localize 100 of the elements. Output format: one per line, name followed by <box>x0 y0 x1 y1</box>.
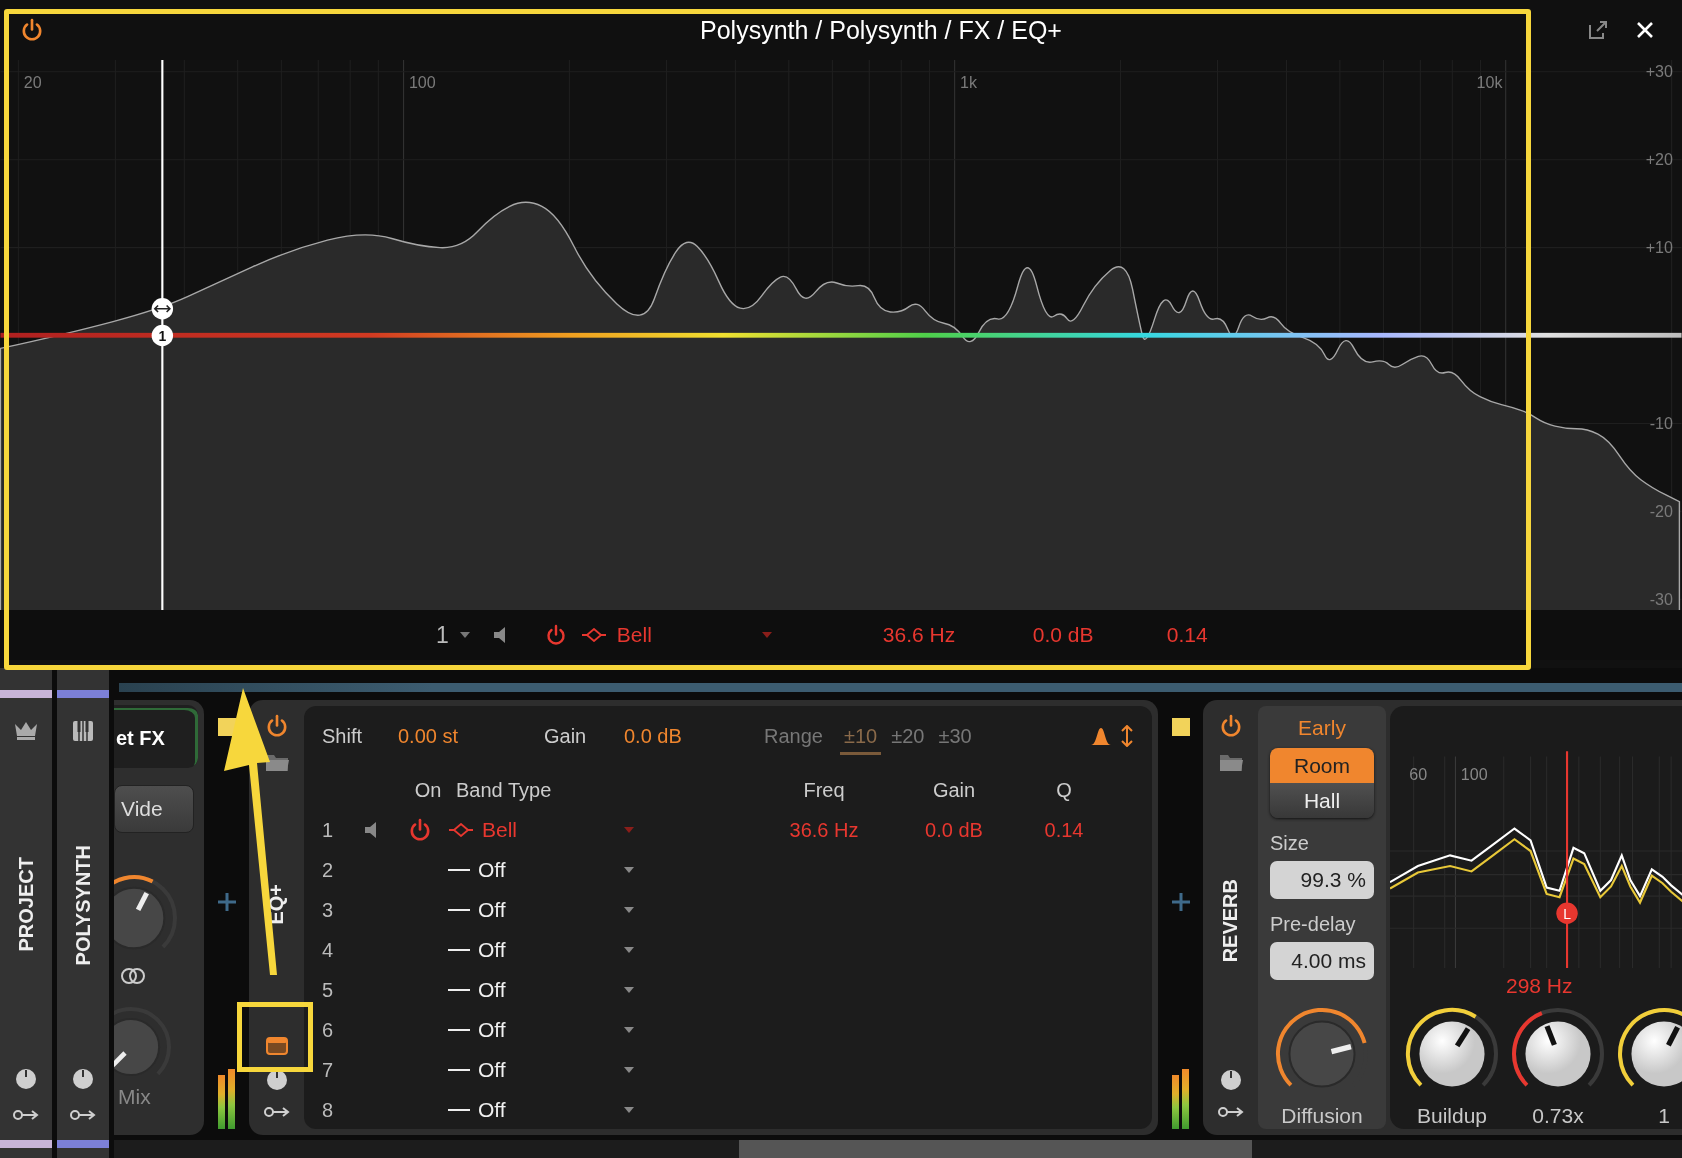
track-name: PROJECT <box>14 856 38 952</box>
track-strip[interactable]: PROJECT <box>0 668 52 1158</box>
size-field[interactable]: 99.3 % <box>1270 861 1374 899</box>
track-strip[interactable]: POLYSYNTH <box>57 668 109 1158</box>
caret-icon[interactable] <box>458 631 471 639</box>
eq-graph[interactable]: 1 20 100 1k 10k +30 +20 +10 -10 -20 -30 <box>0 60 1682 610</box>
popout-icon[interactable] <box>1588 20 1608 40</box>
shift-value[interactable]: 0.00 st <box>398 724 544 748</box>
window-title: Polysynth / Polysynth / FX / EQ+ <box>699 15 1063 45</box>
peak-icon[interactable] <box>1090 726 1112 746</box>
caret-icon[interactable] <box>623 1026 635 1034</box>
gain-label: -30 <box>1649 589 1673 608</box>
power-icon[interactable] <box>408 818 432 842</box>
frequency-label: 10k <box>1476 72 1503 91</box>
up-down-arrow-icon[interactable] <box>1120 725 1134 747</box>
scrollbar-thumb[interactable] <box>739 1140 1252 1158</box>
band-number: 4 <box>322 938 335 962</box>
close-icon[interactable] <box>1636 21 1654 39</box>
section-label: Early <box>1298 716 1346 740</box>
knob-icon[interactable] <box>15 1068 37 1090</box>
piano-icon <box>72 720 94 742</box>
drag-handle-icon[interactable] <box>151 298 174 320</box>
band-type[interactable]: Bell <box>482 818 518 842</box>
field-label: Shift <box>322 724 364 748</box>
mode-button[interactable]: Hall <box>1270 783 1374 818</box>
folder-icon[interactable] <box>264 752 289 772</box>
column-header: Freq <box>803 778 845 802</box>
knob-label: Diffusion <box>1281 1104 1363 1128</box>
frequency-label: 60 <box>1409 765 1428 784</box>
frequency-label: 1k <box>960 72 977 91</box>
level-meter <box>215 1067 238 1129</box>
caret-icon[interactable] <box>623 986 635 994</box>
band-handle[interactable]: 1 <box>151 324 174 347</box>
range-option[interactable]: ±20 <box>887 723 929 755</box>
knob-icon[interactable] <box>265 1069 288 1091</box>
band-freq-value[interactable]: 36.6 Hz <box>789 818 859 842</box>
band-type[interactable]: Off <box>478 858 506 882</box>
band-number: 6 <box>322 1018 335 1042</box>
knob-label: Buildup <box>1416 1104 1488 1128</box>
band-q-value[interactable]: 0.14 <box>1044 818 1084 842</box>
gain-label: +20 <box>1645 150 1673 169</box>
power-icon[interactable] <box>20 18 44 42</box>
band-gain-value[interactable]: 0.0 dB <box>1032 623 1157 647</box>
window-icon[interactable] <box>265 1037 288 1055</box>
arrow-key-icon[interactable] <box>12 1108 40 1122</box>
knob-label: Mix <box>118 1085 152 1109</box>
band-type[interactable]: Off <box>478 1018 506 1042</box>
mode-button[interactable]: Vide <box>114 785 194 833</box>
column-header: Q <box>1056 778 1072 802</box>
frequency-cursor-line[interactable] <box>1565 751 1569 968</box>
field-label: Range <box>764 724 824 748</box>
frequency-label: 100 <box>1460 765 1488 784</box>
band-type[interactable]: Off <box>478 1098 506 1122</box>
range-option[interactable]: ±30 <box>934 723 976 755</box>
device-header[interactable]: et FX <box>114 705 198 768</box>
pre-delay-field[interactable]: 4.00 ms <box>1270 942 1374 980</box>
band-selector[interactable]: 1 <box>436 621 449 649</box>
field-label: Size <box>1270 832 1309 855</box>
knob-icon[interactable] <box>72 1068 94 1090</box>
arrow-key-icon[interactable] <box>262 1105 291 1119</box>
column-header: Gain <box>932 778 976 802</box>
caret-icon[interactable] <box>623 1066 635 1074</box>
band-number: 2 <box>322 858 335 882</box>
field-label: Gain <box>544 724 588 748</box>
caret-icon[interactable] <box>623 1106 635 1114</box>
band-q-value[interactable]: 0.14 <box>1166 623 1247 647</box>
track-name: POLYSYNTH <box>71 844 95 966</box>
add-icon[interactable] <box>1170 891 1191 912</box>
band-type[interactable]: Off <box>478 978 506 1002</box>
band-type[interactable]: Off <box>478 938 506 962</box>
arrow-key-icon[interactable] <box>1216 1105 1245 1119</box>
flat-line-icon <box>448 988 470 992</box>
band-gain-value[interactable]: 0.0 dB <box>925 818 983 842</box>
caret-icon[interactable] <box>623 866 635 874</box>
gain-value[interactable]: 0.0 dB <box>624 724 764 748</box>
gain-label: +10 <box>1645 238 1673 256</box>
gain-label: -10 <box>1649 413 1673 432</box>
band-freq-value[interactable]: 36.6 Hz <box>882 623 1013 647</box>
folder-icon[interactable] <box>1218 752 1243 772</box>
knob-label: 0.73x <box>1532 1104 1584 1128</box>
bell-curve-icon <box>580 628 607 642</box>
knob-icon[interactable] <box>1219 1069 1242 1091</box>
rings-icon[interactable] <box>120 967 146 985</box>
band-type[interactable]: Bell <box>616 623 751 647</box>
power-icon[interactable] <box>544 624 567 646</box>
level-meter <box>1169 1067 1192 1129</box>
device-title: et FX <box>116 726 165 750</box>
column-header: Band Type <box>455 778 553 802</box>
column-header: On <box>414 778 442 802</box>
band-type[interactable]: Off <box>478 1058 506 1082</box>
caret-icon[interactable] <box>623 946 635 954</box>
add-icon[interactable] <box>216 891 237 912</box>
marker-handle[interactable]: L <box>1556 902 1578 924</box>
band-number: 7 <box>322 1058 335 1082</box>
mode-button[interactable]: Room <box>1270 748 1374 783</box>
band-type[interactable]: Off <box>478 898 506 922</box>
caret-icon[interactable] <box>623 906 635 914</box>
flat-line-icon <box>448 908 470 912</box>
arrow-key-icon[interactable] <box>69 1108 97 1122</box>
flat-line-icon <box>448 1108 470 1112</box>
